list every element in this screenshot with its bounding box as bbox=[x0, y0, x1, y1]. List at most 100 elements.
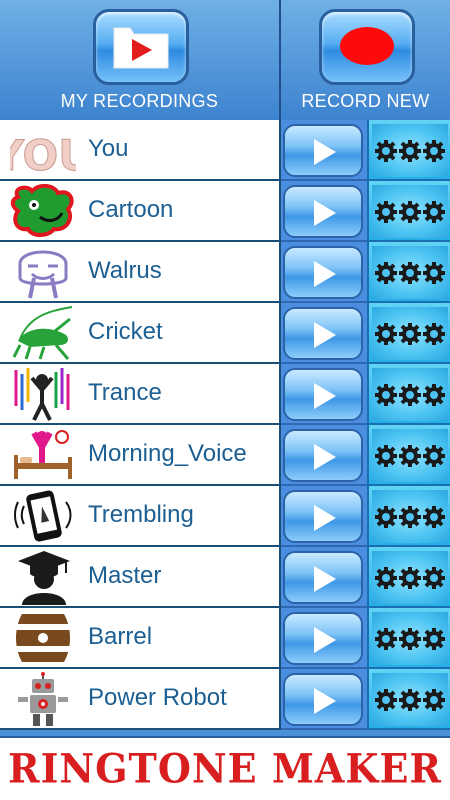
play-icon bbox=[314, 139, 336, 165]
effects-list: YOU You bbox=[0, 120, 450, 736]
app-root: MY RECORDINGS RECORD NEW YOU You bbox=[0, 0, 450, 800]
gears-icon bbox=[375, 140, 445, 162]
master-graduate-icon bbox=[18, 551, 70, 605]
play-cell[interactable] bbox=[281, 608, 367, 669]
settings-cell[interactable] bbox=[367, 547, 450, 608]
play-button[interactable] bbox=[283, 429, 363, 482]
effect-cell[interactable]: Trance bbox=[0, 364, 281, 425]
play-cell[interactable] bbox=[281, 425, 367, 486]
cartoon-face-icon bbox=[10, 184, 74, 237]
settings-button[interactable] bbox=[372, 612, 448, 665]
play-button[interactable] bbox=[283, 612, 363, 665]
settings-cell[interactable] bbox=[367, 242, 450, 303]
play-icon bbox=[314, 322, 336, 348]
settings-button[interactable] bbox=[372, 185, 448, 238]
play-cell[interactable] bbox=[281, 181, 367, 242]
list-item[interactable]: Barrel bbox=[0, 608, 450, 669]
play-cell[interactable] bbox=[281, 242, 367, 303]
settings-cell[interactable] bbox=[367, 303, 450, 364]
play-cell[interactable] bbox=[281, 120, 367, 181]
record-new-section[interactable]: RECORD NEW bbox=[280, 0, 450, 120]
play-button[interactable] bbox=[283, 185, 363, 238]
settings-button[interactable] bbox=[372, 246, 448, 299]
play-icon bbox=[314, 261, 336, 287]
play-button[interactable] bbox=[283, 246, 363, 299]
effect-cell[interactable]: YOU You bbox=[0, 120, 281, 181]
effect-label: You bbox=[88, 135, 129, 162]
play-icon bbox=[314, 444, 336, 470]
effect-label: Trembling bbox=[88, 501, 194, 528]
play-cell[interactable] bbox=[281, 303, 367, 364]
effect-cell[interactable]: Master bbox=[0, 547, 281, 608]
settings-button[interactable] bbox=[372, 307, 448, 360]
play-icon bbox=[314, 627, 336, 653]
list-item[interactable]: Walrus bbox=[0, 242, 450, 303]
effect-label: Morning_Voice bbox=[88, 440, 247, 467]
play-button[interactable] bbox=[283, 490, 363, 543]
effect-label: Power Robot bbox=[88, 684, 227, 711]
gears-icon bbox=[375, 262, 445, 284]
play-icon bbox=[314, 383, 336, 409]
effect-cell[interactable]: Walrus bbox=[0, 242, 281, 303]
play-cell[interactable] bbox=[281, 547, 367, 608]
effect-label: Trance bbox=[88, 379, 162, 406]
play-button[interactable] bbox=[283, 124, 363, 177]
app-title-banner: RINGTONE MAKER bbox=[0, 736, 450, 800]
settings-cell[interactable] bbox=[367, 669, 450, 730]
walrus-icon bbox=[18, 250, 68, 299]
effect-label: Cartoon bbox=[88, 196, 174, 223]
play-button[interactable] bbox=[283, 307, 363, 360]
record-new-label: RECORD NEW bbox=[301, 91, 430, 111]
effect-cell[interactable]: Cricket bbox=[0, 303, 281, 364]
settings-cell[interactable] bbox=[367, 364, 450, 425]
effect-cell[interactable]: Trembling bbox=[0, 486, 281, 547]
play-cell[interactable] bbox=[281, 486, 367, 547]
cricket-icon bbox=[12, 306, 73, 360]
you-text-icon: YOU bbox=[10, 131, 76, 179]
morning-voice-icon bbox=[14, 430, 72, 479]
play-button[interactable] bbox=[283, 368, 363, 421]
settings-button[interactable] bbox=[372, 429, 448, 482]
play-button[interactable] bbox=[283, 551, 363, 604]
gears-icon bbox=[375, 567, 445, 589]
list-item[interactable]: YOU You bbox=[0, 120, 450, 181]
gears-icon bbox=[375, 689, 445, 711]
settings-button[interactable] bbox=[372, 124, 448, 177]
svg-text:YOU: YOU bbox=[10, 131, 76, 178]
settings-cell[interactable] bbox=[367, 181, 450, 242]
effect-cell[interactable]: Cartoon bbox=[0, 181, 281, 242]
play-icon bbox=[314, 200, 336, 226]
settings-cell[interactable] bbox=[367, 425, 450, 486]
settings-cell[interactable] bbox=[367, 608, 450, 669]
settings-button[interactable] bbox=[372, 490, 448, 543]
list-item[interactable]: Master bbox=[0, 547, 450, 608]
list-item[interactable]: Morning_Voice bbox=[0, 425, 450, 486]
list-item[interactable]: Trembling bbox=[0, 486, 450, 547]
settings-button[interactable] bbox=[372, 673, 448, 726]
settings-button[interactable] bbox=[372, 368, 448, 421]
effect-cell[interactable]: Power Robot bbox=[0, 669, 281, 730]
play-icon bbox=[314, 688, 336, 714]
effect-cell[interactable]: Barrel bbox=[0, 608, 281, 669]
video-folder-icon bbox=[113, 27, 169, 69]
gears-icon bbox=[375, 506, 445, 528]
my-recordings-button[interactable] bbox=[93, 9, 189, 85]
list-item[interactable]: Trance bbox=[0, 364, 450, 425]
my-recordings-section[interactable]: MY RECORDINGS bbox=[0, 0, 279, 120]
trance-icon bbox=[14, 368, 70, 421]
settings-cell[interactable] bbox=[367, 486, 450, 547]
list-item[interactable]: Power Robot bbox=[0, 669, 450, 730]
record-dot-icon bbox=[339, 27, 394, 65]
settings-button[interactable] bbox=[372, 551, 448, 604]
play-cell[interactable] bbox=[281, 364, 367, 425]
effect-label: Barrel bbox=[88, 623, 153, 650]
record-new-button[interactable] bbox=[318, 9, 415, 85]
settings-cell[interactable] bbox=[367, 120, 450, 181]
play-button[interactable] bbox=[283, 673, 363, 726]
play-icon bbox=[314, 505, 336, 531]
effect-cell[interactable]: Morning_Voice bbox=[0, 425, 281, 486]
play-cell[interactable] bbox=[281, 669, 367, 730]
list-item[interactable]: Cricket bbox=[0, 303, 450, 364]
my-recordings-label: MY RECORDINGS bbox=[60, 91, 219, 111]
list-item[interactable]: Cartoon bbox=[0, 181, 450, 242]
